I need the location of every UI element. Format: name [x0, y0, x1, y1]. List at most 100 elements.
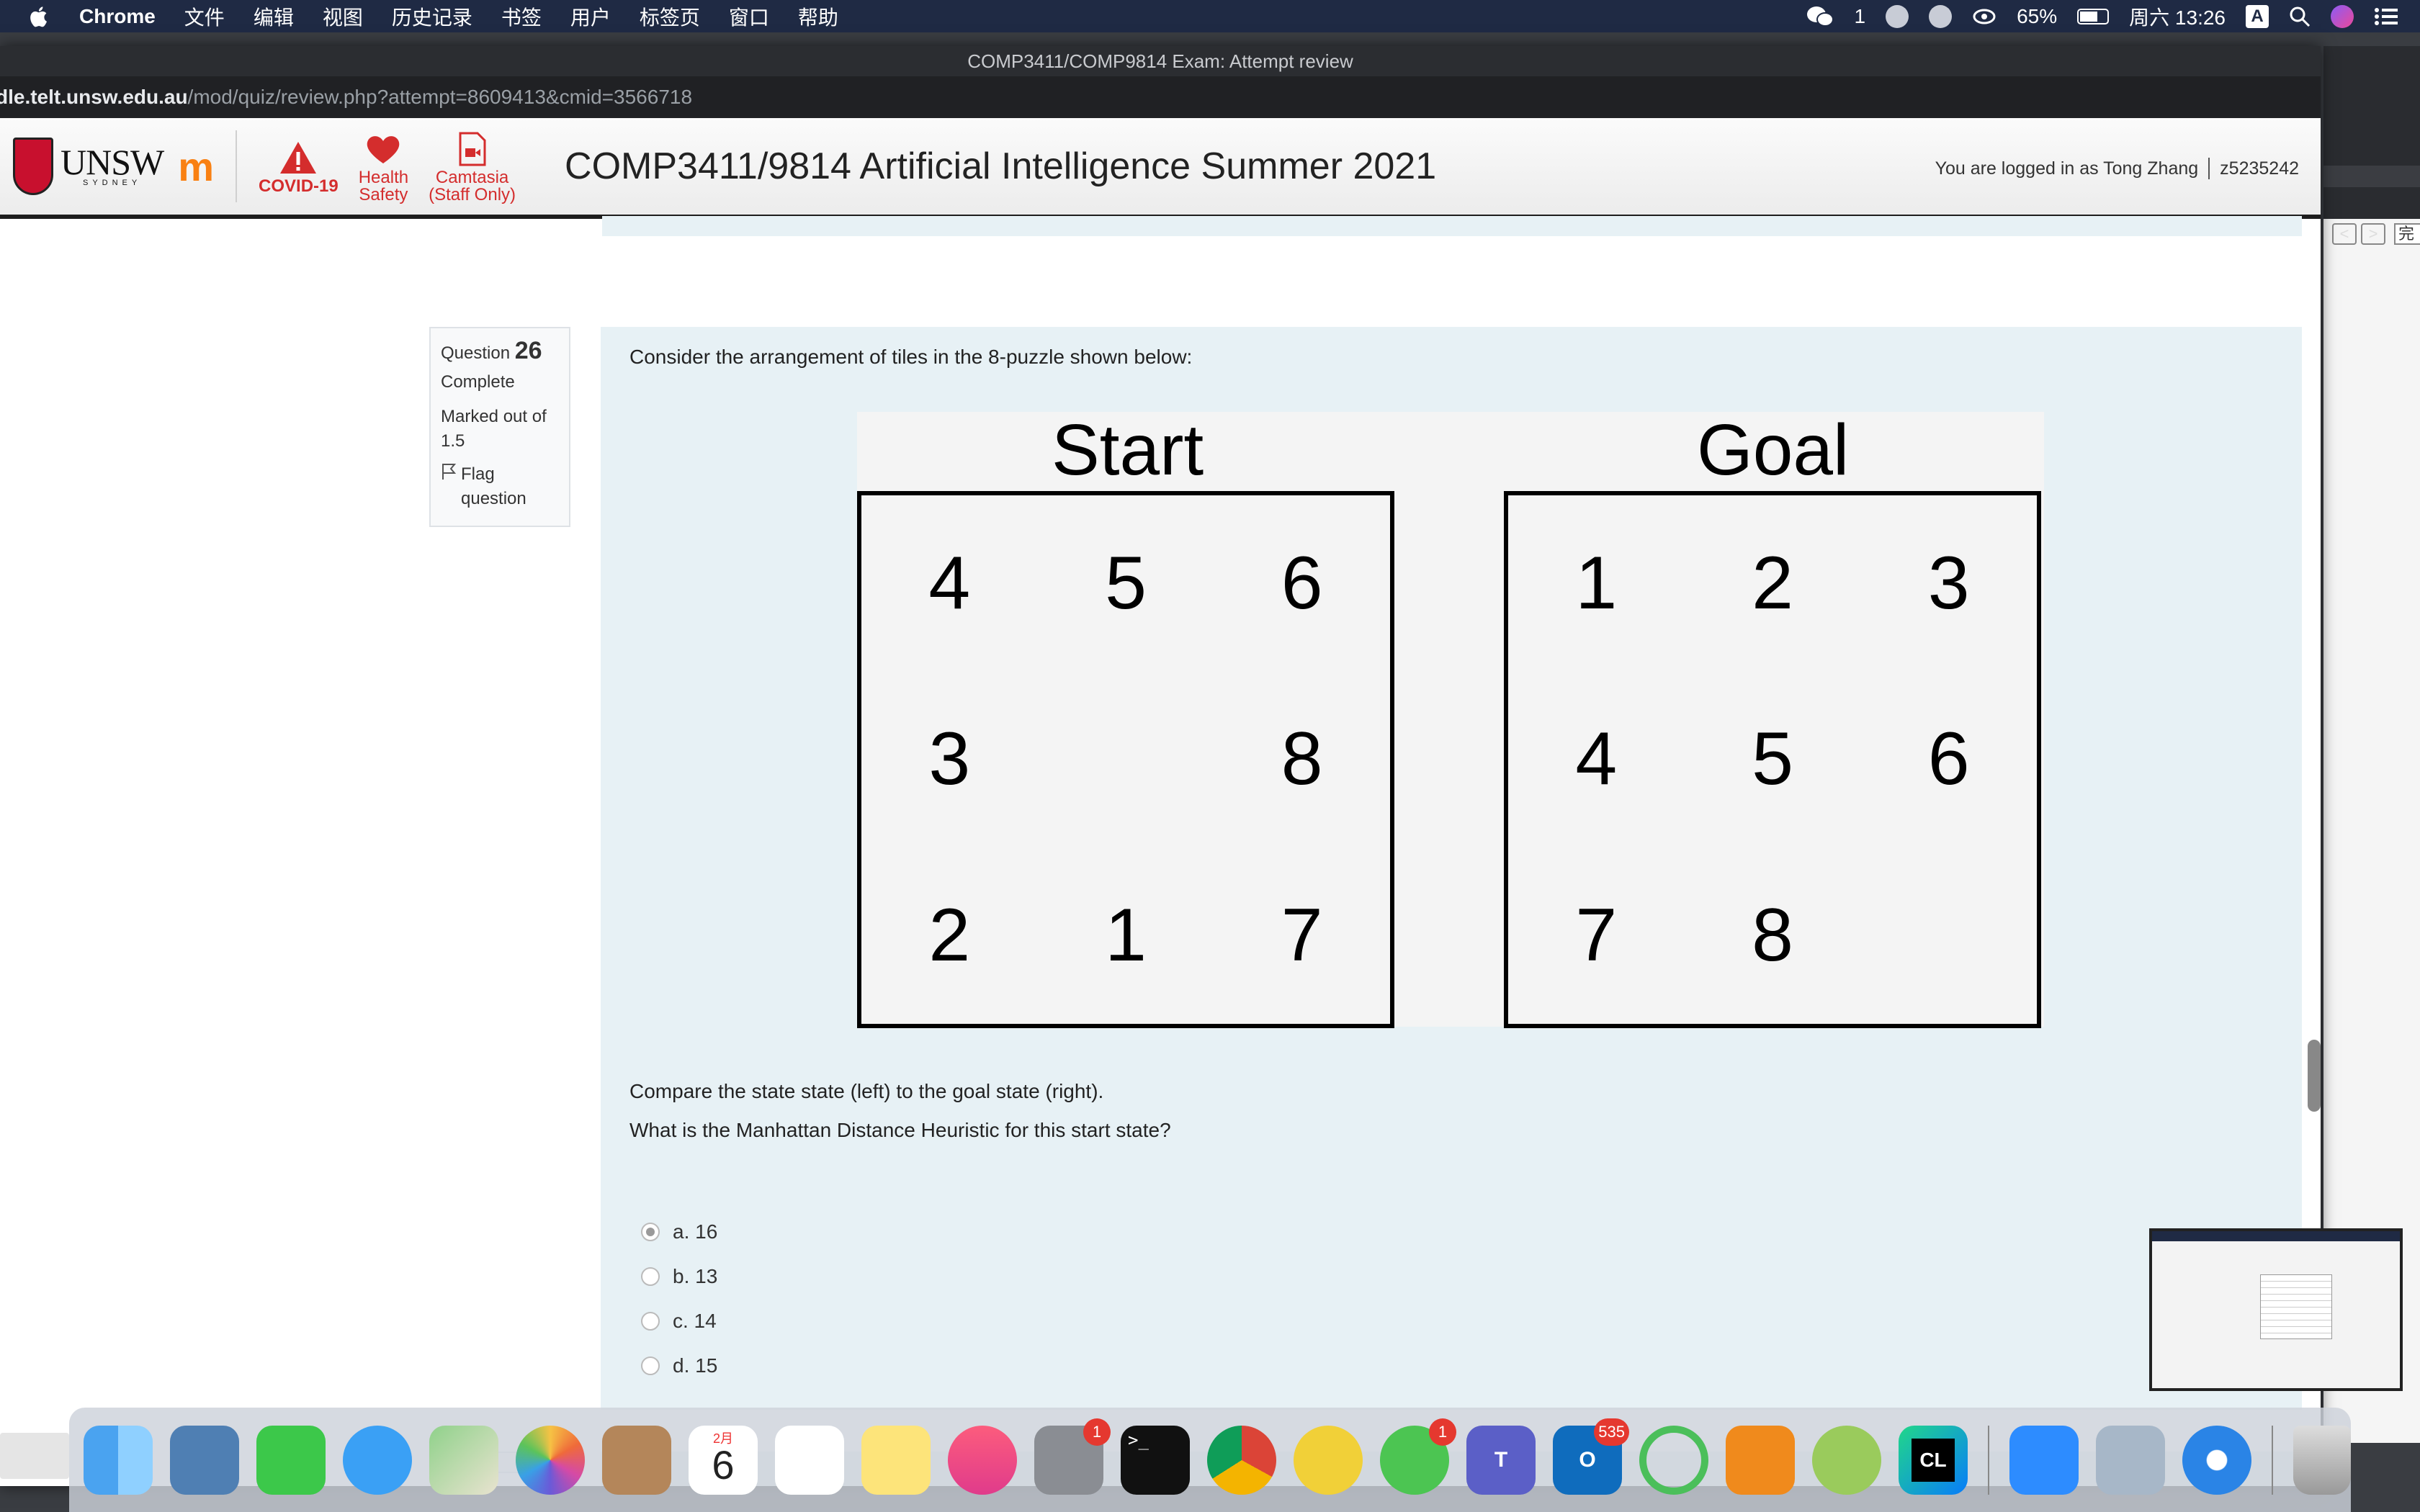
screenshot-preview-thumbnail[interactable] [2149, 1228, 2403, 1391]
course-title[interactable]: COMP3411/9814 Artificial Intelligence Su… [565, 145, 1436, 188]
scrollbar-thumb[interactable] [2308, 1040, 2321, 1112]
messages-icon[interactable] [343, 1425, 412, 1495]
unsw-sub: SYDNEY [82, 179, 142, 187]
question-label: Question [441, 343, 511, 363]
globe-status-icon[interactable] [1886, 4, 1909, 28]
menu-bookmarks[interactable]: 书签 [501, 2, 542, 31]
option-d-radio[interactable] [641, 1356, 660, 1375]
dock-separator-2 [2272, 1425, 2273, 1495]
system-preferences-icon[interactable]: 1 [1034, 1418, 1111, 1495]
unsw-wordmark: UNSW SYDNEY [60, 144, 164, 187]
contacts-icon[interactable] [602, 1425, 671, 1495]
background-prev-button[interactable]: < [2332, 223, 2357, 245]
option-a-radio[interactable] [641, 1223, 660, 1241]
user-id[interactable]: z5235242 [2220, 158, 2299, 179]
safari-icon[interactable] [2182, 1425, 2251, 1495]
option-c-radio[interactable] [641, 1312, 660, 1331]
url-text[interactable]: dle.telt.unsw.edu.au/mod/quiz/review.php… [0, 86, 692, 109]
clock[interactable]: 周六 13:26 [2129, 2, 2226, 31]
thumbnail-menubar [2152, 1231, 2400, 1241]
option-c-label: c. 14 [673, 1310, 717, 1332]
goal-tile: 4 [1575, 717, 1618, 801]
sync-app-icon[interactable] [1639, 1425, 1708, 1495]
menu-help[interactable]: 帮助 [798, 2, 838, 31]
covid-19-label: COVID-19 [259, 176, 339, 196]
music-player-icon[interactable] [1294, 1425, 1363, 1495]
background-done-button[interactable]: 完 [2394, 223, 2420, 245]
start-tile-blank [1038, 672, 1214, 848]
image-viewer-icon[interactable] [2096, 1425, 2165, 1495]
option-b[interactable]: b. 13 [641, 1254, 717, 1299]
desktop-stack-icon[interactable] [0, 1433, 69, 1479]
menu-edit[interactable]: 编辑 [254, 2, 294, 31]
option-d[interactable]: d. 15 [641, 1344, 717, 1388]
option-b-radio[interactable] [641, 1267, 660, 1286]
menu-file[interactable]: 文件 [184, 2, 225, 31]
teams-letter: T [1494, 1447, 1508, 1472]
maps-icon[interactable] [429, 1425, 498, 1495]
option-c[interactable]: c. 14 [641, 1299, 717, 1344]
goal-tile: 6 [1927, 717, 1970, 801]
network-app-icon[interactable] [1812, 1425, 1881, 1495]
system-preferences-badge: 1 [1083, 1418, 1111, 1446]
menu-view[interactable]: 视图 [323, 2, 363, 31]
calendar-icon[interactable]: 2月 6 [689, 1425, 758, 1495]
start-tile: 6 [1281, 541, 1323, 625]
outlook-icon[interactable]: O 535 [1553, 1418, 1629, 1495]
apple-menu-icon[interactable] [27, 4, 52, 29]
menu-people[interactable]: 用户 [570, 2, 611, 31]
question-number-line: Question 26 [441, 338, 559, 366]
terminal-icon[interactable]: >_ [1121, 1425, 1190, 1495]
finder-icon[interactable] [84, 1425, 153, 1495]
trash-icon[interactable] [2293, 1425, 2351, 1495]
logged-in-text[interactable]: You are logged in as Tong Zhang [1935, 158, 2199, 179]
answer-options: a. 16 b. 13 c. 14 d. 15 [641, 1210, 717, 1388]
siri-icon[interactable] [2331, 4, 2354, 28]
reminders-icon[interactable] [775, 1425, 844, 1495]
health-safety-label-1: Health [358, 168, 409, 187]
input-method-icon[interactable]: A [2246, 4, 2269, 28]
zoom-icon[interactable] [2009, 1425, 2079, 1495]
music-icon[interactable] [948, 1425, 1017, 1495]
camtasia-link[interactable]: Camtasia (Staff Only) [429, 129, 516, 204]
unsw-logo[interactable]: UNSW SYDNEY m [13, 138, 214, 195]
health-safety-link[interactable]: Health Safety [359, 129, 408, 204]
moodle-logo-icon[interactable]: m [178, 143, 214, 190]
wechat-status-icon[interactable] [1806, 5, 1834, 28]
notification-center-icon[interactable] [2374, 6, 2398, 27]
background-next-button[interactable]: > [2361, 223, 2385, 245]
chrome-icon[interactable] [1207, 1425, 1276, 1495]
url-host: dle.telt.unsw.edu.au [0, 86, 188, 108]
flag-label-2: question [461, 489, 526, 508]
battery-icon[interactable] [2077, 8, 2110, 24]
flag-question-link[interactable]: Flag question [441, 462, 559, 511]
option-d-label: d. 15 [673, 1354, 718, 1377]
photos-icon[interactable] [516, 1425, 585, 1495]
page-content: Question 26 Complete Marked out of 1.5 F… [0, 216, 2321, 1486]
start-tile: 2 [928, 894, 971, 978]
notes-icon[interactable] [861, 1425, 931, 1495]
background-window[interactable]: < > 完 [2323, 46, 2420, 1443]
facetime-icon[interactable] [256, 1425, 326, 1495]
preview-app-icon[interactable] [170, 1425, 239, 1495]
menu-window[interactable]: 窗口 [729, 2, 769, 31]
vpn-status-icon[interactable] [1929, 4, 1953, 28]
sync-status-icon[interactable] [1972, 6, 1996, 27]
menu-app-name[interactable]: Chrome [79, 5, 156, 28]
covid-19-link[interactable]: COVID-19 [259, 138, 339, 195]
moodle-header: UNSW SYDNEY m COVID-19 Health Safety Cam… [0, 118, 2321, 219]
tiger-app-icon[interactable] [1726, 1425, 1795, 1495]
address-bar[interactable]: dle.telt.unsw.edu.au/mod/quiz/review.php… [0, 76, 2321, 118]
wechat-icon[interactable]: 1 [1380, 1418, 1456, 1495]
header-divider [236, 130, 238, 202]
teams-icon[interactable]: T [1466, 1425, 1536, 1495]
spotlight-search-icon[interactable] [2289, 6, 2311, 27]
option-b-label: b. 13 [673, 1265, 718, 1287]
goal-grid: 1 2 3 4 5 6 7 8 [1504, 491, 2041, 1028]
menu-tab[interactable]: 标签页 [640, 2, 700, 31]
camtasia-label-1: Camtasia [435, 168, 509, 187]
option-a[interactable]: a. 16 [641, 1210, 717, 1254]
outlook-badge: 535 [1594, 1418, 1629, 1446]
menu-history[interactable]: 历史记录 [392, 2, 472, 31]
clion-icon[interactable]: CL [1899, 1425, 1968, 1495]
